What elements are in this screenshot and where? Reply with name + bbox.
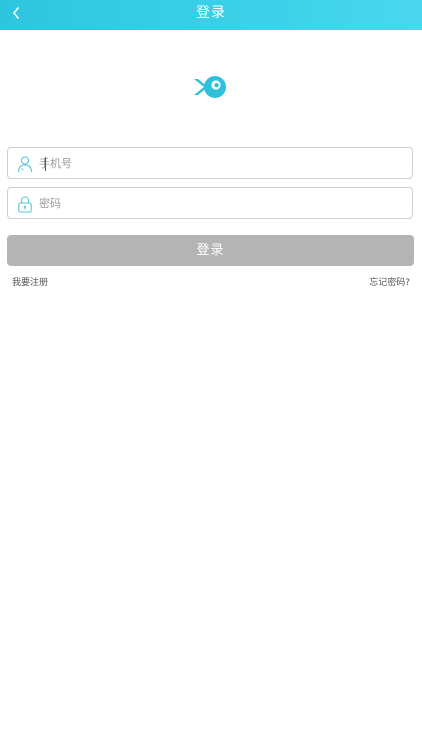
header-bar: 登录 — [0, 0, 422, 30]
login-screen: 登录 登录 我要注册 忘记密码? — [0, 0, 422, 738]
fish-logo-icon — [194, 76, 226, 98]
phone-field[interactable] — [7, 147, 413, 179]
password-input[interactable] — [39, 190, 405, 216]
password-field[interactable] — [7, 187, 413, 219]
phone-input[interactable] — [39, 150, 405, 176]
lock-icon — [18, 196, 32, 213]
forgot-password-link[interactable]: 忘记密码? — [369, 277, 410, 289]
page-title: 登录 — [196, 5, 226, 21]
login-button[interactable]: 登录 — [7, 235, 414, 266]
app-logo — [192, 74, 230, 100]
register-link[interactable]: 我要注册 — [12, 277, 48, 289]
text-cursor — [45, 157, 46, 171]
user-icon — [17, 156, 33, 173]
